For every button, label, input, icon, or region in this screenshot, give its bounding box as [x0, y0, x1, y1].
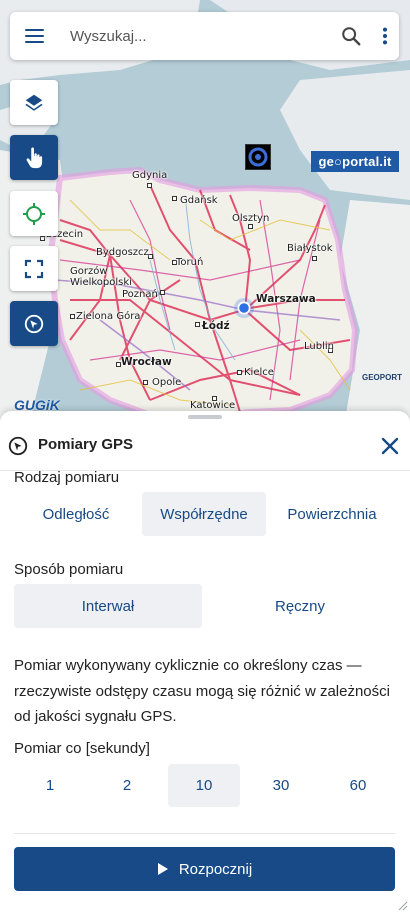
gps-measurement-panel: Pomiary GPS Rodzaj pomiaru Odległość Wsp… [0, 411, 410, 915]
fullscreen-button[interactable] [10, 246, 58, 291]
touch-mode-button[interactable] [10, 135, 58, 180]
city-label: Poznań [122, 289, 158, 300]
type-option-coordinates[interactable]: Współrzędne [142, 492, 266, 536]
close-icon[interactable] [380, 436, 400, 456]
interval-option-30[interactable]: 30 [245, 764, 317, 807]
city-label: Opole [152, 377, 182, 388]
city-label: Gorzów Wielkopolski [70, 266, 132, 288]
play-icon [157, 863, 168, 875]
gps-measure-button[interactable] [10, 301, 58, 346]
start-button-label: Rozpocznij [178, 860, 253, 878]
city-label: Łódź [202, 320, 230, 332]
gps-measure-icon [24, 314, 44, 333]
layers-icon [25, 94, 43, 111]
map-pin-marker[interactable] [245, 144, 271, 170]
hamburger-icon [25, 35, 44, 38]
search-bar [10, 12, 399, 60]
gps-measure-icon [8, 436, 28, 456]
city-marker [70, 314, 75, 319]
current-location-marker [234, 298, 254, 318]
method-option-interval[interactable]: Interwał [14, 584, 202, 628]
city-label: Białystok [287, 243, 333, 254]
locate-crosshair-icon [23, 202, 45, 225]
touch-hand-icon [26, 146, 43, 168]
city-marker [312, 256, 317, 261]
city-marker [195, 322, 200, 327]
city-marker [172, 196, 177, 201]
divider [14, 833, 395, 834]
search-icon[interactable] [340, 25, 362, 47]
city-label: Olsztyn [232, 213, 270, 224]
city-label: Lublin [304, 341, 334, 352]
interval-label: Pomiar co [sekundy] [14, 740, 150, 757]
panel-title: Pomiary GPS [38, 436, 134, 453]
map-view[interactable]: Gdynia Gdańsk Olsztyn Szczecin Bydgoszcz… [0, 0, 410, 420]
method-option-manual[interactable]: Ręczny [206, 584, 394, 628]
city-marker [160, 290, 165, 295]
layers-button[interactable] [10, 80, 58, 125]
city-label: Toruń [176, 257, 204, 268]
geoportal-logo: ge○portal.it [311, 151, 399, 172]
city-label: Bydgoszcz [96, 247, 149, 258]
city-label: Gdynia [132, 170, 168, 181]
map-canvas[interactable] [0, 0, 410, 420]
start-button[interactable]: Rozpocznij [14, 847, 395, 891]
city-marker [248, 224, 253, 229]
resize-grip-icon[interactable] [396, 899, 408, 911]
more-vert-icon[interactable] [376, 25, 394, 47]
drag-handle[interactable] [188, 415, 222, 419]
method-description: Pomiar wykonywany cyklicznie co określon… [14, 657, 390, 725]
city-label: Warszawa [256, 293, 316, 305]
city-label: Katowice [190, 400, 236, 411]
city-marker [147, 183, 152, 188]
interval-option-60[interactable]: 60 [322, 764, 394, 807]
city-label: Kielce [244, 367, 274, 378]
city-marker [143, 380, 148, 385]
panel-header: Pomiary GPS [0, 421, 410, 471]
city-marker [237, 370, 242, 375]
city-label: Gdańsk [180, 195, 218, 206]
interval-option-2[interactable]: 2 [91, 764, 163, 807]
interval-option-1[interactable]: 1 [14, 764, 86, 807]
geoportal-watermark: GEOPORT [362, 373, 403, 382]
measurement-type-label: Rodzaj pomiaru [14, 469, 120, 486]
measurement-method-label: Sposób pomiaru [14, 561, 124, 578]
city-label: Zielona Góra [76, 311, 141, 322]
hamburger-icon [25, 41, 44, 44]
type-option-area[interactable]: Powierzchnia [270, 492, 394, 536]
city-label: Wrocław [121, 356, 172, 368]
fullscreen-icon [24, 259, 44, 278]
search-input[interactable] [70, 23, 330, 49]
menu-button[interactable] [24, 25, 46, 47]
type-option-distance[interactable]: Odległość [14, 492, 138, 536]
target-icon [248, 147, 268, 167]
interval-option-10[interactable]: 10 [168, 764, 240, 807]
locate-me-button[interactable] [10, 191, 58, 236]
hamburger-icon [25, 29, 44, 32]
